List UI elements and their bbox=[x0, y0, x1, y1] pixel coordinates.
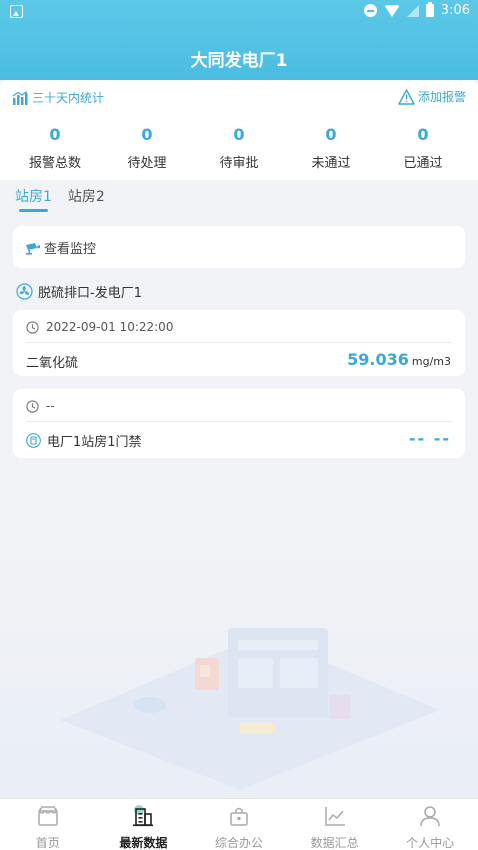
warning-icon bbox=[398, 88, 415, 105]
stats-card: 三十天内统计 添加报警 0 报警总数 0 待处理 0 待审批 0 未通过 0 已… bbox=[0, 80, 478, 180]
bottom-nav: 首页 最新数据 综合办公 数据汇总 个人中心 bbox=[0, 798, 478, 850]
add-alarm-button[interactable]: 添加报警 bbox=[398, 88, 466, 105]
status-bar: 3:06 bbox=[0, 0, 478, 24]
signal-icon bbox=[406, 4, 419, 17]
battery-icon bbox=[425, 2, 434, 17]
thirty-day-stats-label: 三十天内统计 bbox=[32, 91, 105, 105]
pollutant-unit: mg/m3 bbox=[411, 355, 451, 368]
door-access-icon bbox=[26, 433, 41, 448]
nav-home-label: 首页 bbox=[35, 836, 60, 850]
stat-total-alarms[interactable]: 0 报警总数 bbox=[9, 125, 101, 171]
stat-label: 已通过 bbox=[403, 156, 443, 171]
stats-row: 0 报警总数 0 待处理 0 待审批 0 未通过 0 已通过 bbox=[0, 125, 478, 171]
clock-icon bbox=[26, 320, 39, 334]
view-monitor-card[interactable]: 查看监控 bbox=[13, 226, 465, 268]
bar-chart-icon bbox=[12, 90, 28, 105]
app-header: 3:06 大同发电厂1 bbox=[0, 0, 478, 80]
stat-pending[interactable]: 0 待处理 bbox=[101, 125, 193, 171]
data-card-door-access[interactable]: -- 电厂1站房1门禁 -- -- bbox=[13, 389, 465, 458]
pollutant-value-number: 59.036 bbox=[347, 350, 409, 369]
nav-office-label: 综合办公 bbox=[214, 836, 263, 850]
thirty-day-stats-link[interactable]: 三十天内统计 bbox=[12, 89, 104, 106]
stat-label: 待审批 bbox=[219, 156, 259, 171]
stat-awaiting-approval[interactable]: 0 待审批 bbox=[193, 125, 285, 171]
section-title: 脱硫排口-发电厂1 bbox=[16, 282, 142, 301]
nav-data-summary-label: 数据汇总 bbox=[310, 836, 359, 850]
pollutant-name: 二氧化硫 bbox=[26, 356, 79, 371]
page-title: 大同发电厂1 bbox=[190, 51, 288, 71]
data-timestamp: 2022-09-01 10:22:00 bbox=[46, 320, 174, 334]
divider bbox=[26, 421, 452, 422]
data-timestamp: -- bbox=[46, 399, 55, 413]
data-card-so2[interactable]: 2022-09-01 10:22:00 二氧化硫 59.036 mg/m3 bbox=[13, 310, 465, 376]
stat-approved[interactable]: 0 已通过 bbox=[377, 125, 469, 171]
view-monitor-label: 查看监控 bbox=[44, 242, 97, 257]
nav-profile[interactable]: 个人中心 bbox=[382, 799, 478, 850]
status-time: 3:06 bbox=[440, 3, 470, 18]
nav-latest-data[interactable]: 最新数据 bbox=[96, 799, 192, 850]
stat-value: 0 bbox=[141, 125, 153, 144]
add-alarm-label: 添加报警 bbox=[417, 90, 466, 104]
tab-station-1[interactable]: 站房1 bbox=[15, 186, 52, 212]
stat-label: 未通过 bbox=[311, 156, 351, 171]
station-tabs: 站房1 站房2 bbox=[15, 186, 105, 212]
nav-profile-label: 个人中心 bbox=[406, 836, 455, 850]
nav-office[interactable]: 综合办公 bbox=[191, 799, 287, 850]
tab-station-2[interactable]: 站房2 bbox=[68, 186, 105, 212]
home-icon bbox=[38, 806, 58, 826]
stat-value: 0 bbox=[417, 125, 429, 144]
fan-icon bbox=[16, 283, 33, 300]
nav-latest-data-label: 最新数据 bbox=[119, 836, 168, 850]
briefcase-icon bbox=[230, 807, 248, 826]
stat-value: 0 bbox=[325, 125, 337, 144]
stat-rejected[interactable]: 0 未通过 bbox=[285, 125, 377, 171]
user-icon bbox=[420, 806, 440, 827]
line-chart-icon bbox=[324, 807, 345, 826]
nav-data-summary[interactable]: 数据汇总 bbox=[287, 799, 383, 850]
stat-value: 0 bbox=[233, 125, 245, 144]
clock-icon bbox=[26, 399, 39, 413]
nav-home[interactable]: 首页 bbox=[0, 799, 96, 850]
background-illustration bbox=[0, 540, 478, 798]
device-name: 电厂1站房1门禁 bbox=[47, 435, 142, 450]
device-value: -- -- bbox=[408, 429, 451, 448]
pollutant-value: 59.036 mg/m3 bbox=[347, 350, 451, 369]
wifi-icon bbox=[383, 4, 400, 17]
building-icon bbox=[133, 805, 154, 827]
stat-label: 报警总数 bbox=[28, 156, 81, 171]
gallery-notification-icon bbox=[10, 5, 23, 18]
stat-label: 待处理 bbox=[127, 156, 167, 171]
divider bbox=[26, 342, 452, 343]
section-title-label: 脱硫排口-发电厂1 bbox=[38, 286, 142, 301]
camera-icon bbox=[26, 242, 40, 255]
stat-value: 0 bbox=[49, 125, 61, 144]
do-not-disturb-icon bbox=[363, 4, 377, 17]
